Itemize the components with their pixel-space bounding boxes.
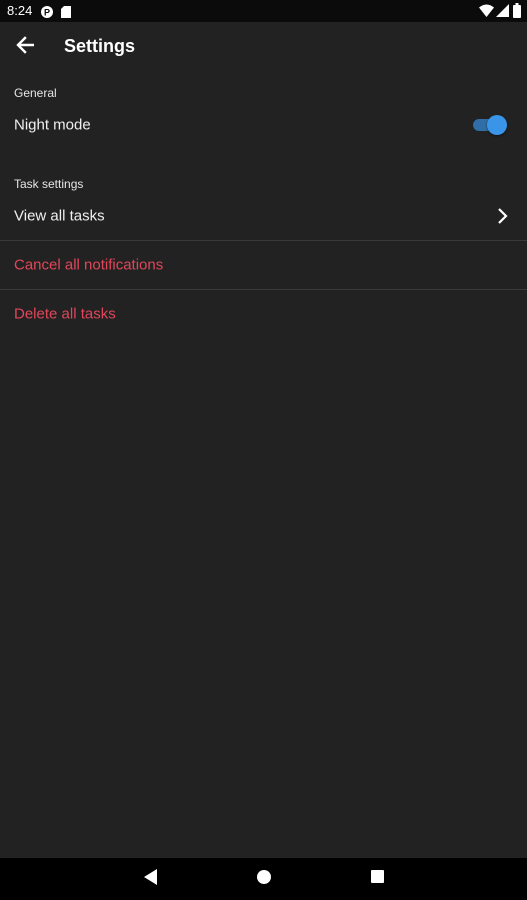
night-mode-row[interactable]: Night mode <box>0 101 527 149</box>
status-time: 8:24 <box>7 3 33 18</box>
nav-back-button[interactable] <box>141 868 161 890</box>
status-bar: 8:24 P <box>0 0 527 22</box>
section-header-general: General <box>14 86 57 100</box>
section-header-task-settings: Task settings <box>14 177 84 191</box>
system-nav-bar <box>0 858 527 900</box>
cancel-all-notifications-row[interactable]: Cancel all notifications <box>0 241 527 289</box>
wifi-icon <box>479 4 494 22</box>
chevron-right-icon <box>495 208 511 224</box>
night-mode-toggle[interactable] <box>473 115 507 135</box>
settings-screen: Settings General Night mode Task setting… <box>0 22 527 858</box>
night-mode-label: Night mode <box>14 116 91 134</box>
battery-icon <box>513 3 521 23</box>
back-button[interactable] <box>8 30 42 64</box>
p-circle-icon: P <box>41 5 53 23</box>
app-bar: Settings <box>0 22 527 72</box>
signal-icon <box>496 4 509 22</box>
svg-text:P: P <box>44 8 50 18</box>
cancel-all-notifications-label: Cancel all notifications <box>14 256 164 274</box>
nav-recents-button[interactable] <box>367 869 387 889</box>
view-all-tasks-row[interactable]: View all tasks <box>0 192 527 240</box>
arrow-left-icon <box>16 35 35 59</box>
home-circle-icon <box>257 869 271 889</box>
page-title: Settings <box>64 36 136 56</box>
delete-all-tasks-label: Delete all tasks <box>14 305 116 323</box>
sd-card-icon <box>61 5 71 23</box>
view-all-tasks-label: View all tasks <box>14 207 105 225</box>
recents-square-icon <box>370 870 384 888</box>
nav-home-button[interactable] <box>254 869 274 889</box>
delete-all-tasks-row[interactable]: Delete all tasks <box>0 290 527 338</box>
back-triangle-icon <box>144 868 158 890</box>
toggle-thumb <box>487 115 507 135</box>
